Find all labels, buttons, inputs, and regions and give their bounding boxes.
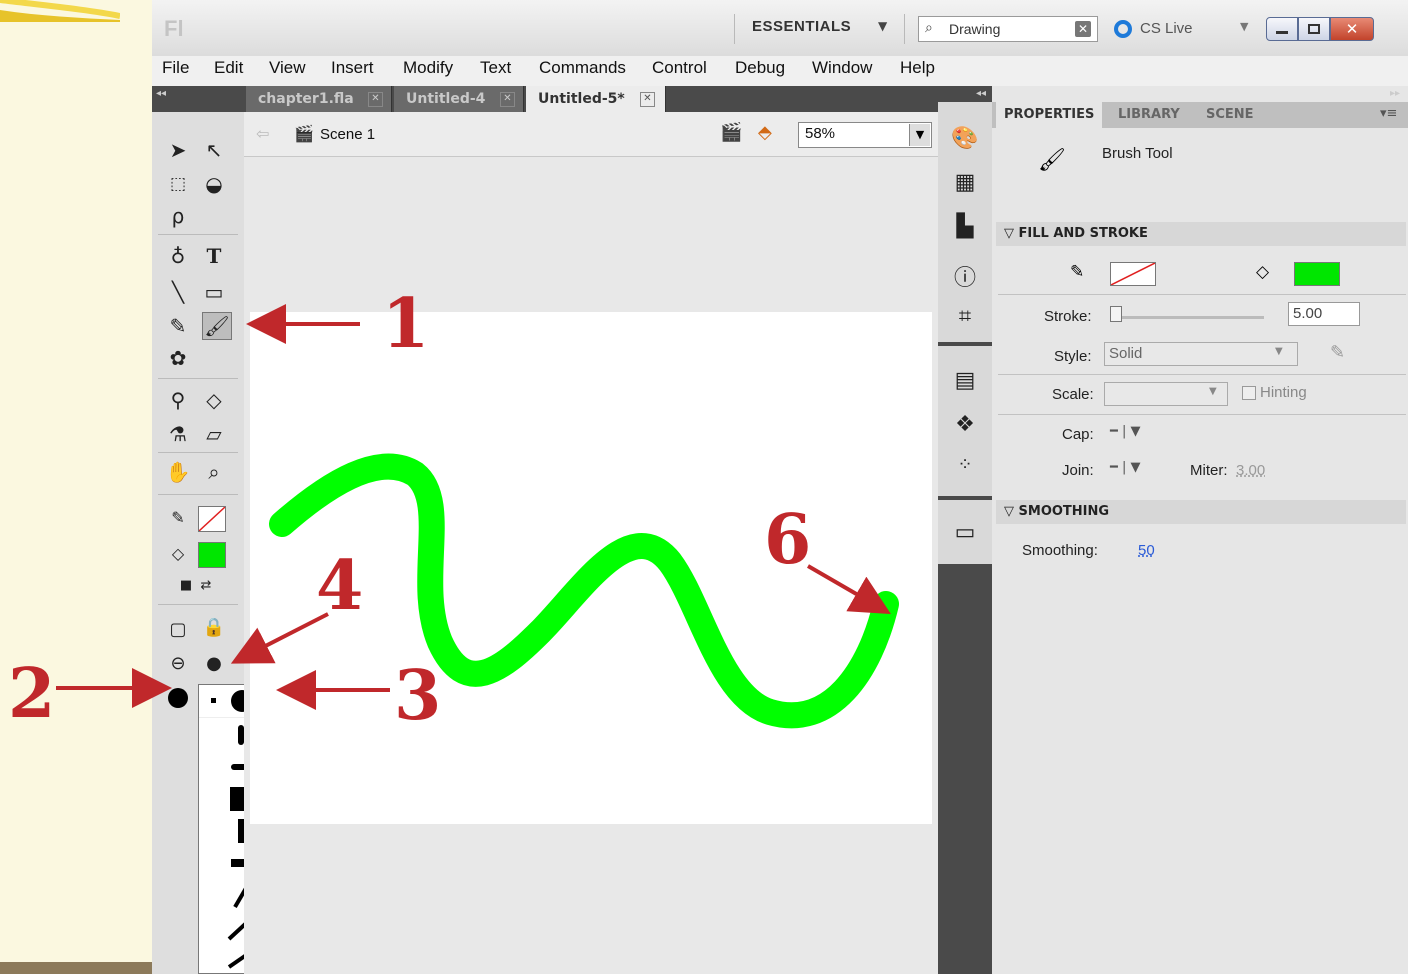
annotation-1: 1: [382, 284, 430, 364]
annotation-6: 6: [764, 500, 812, 580]
annotation-arrows: [56, 304, 891, 710]
arrow-4: [230, 612, 329, 664]
annotation-4: 4: [316, 546, 364, 626]
annotation-2: 2: [8, 654, 56, 734]
arrow-6: [806, 564, 891, 615]
annotation-3: 3: [394, 656, 442, 736]
